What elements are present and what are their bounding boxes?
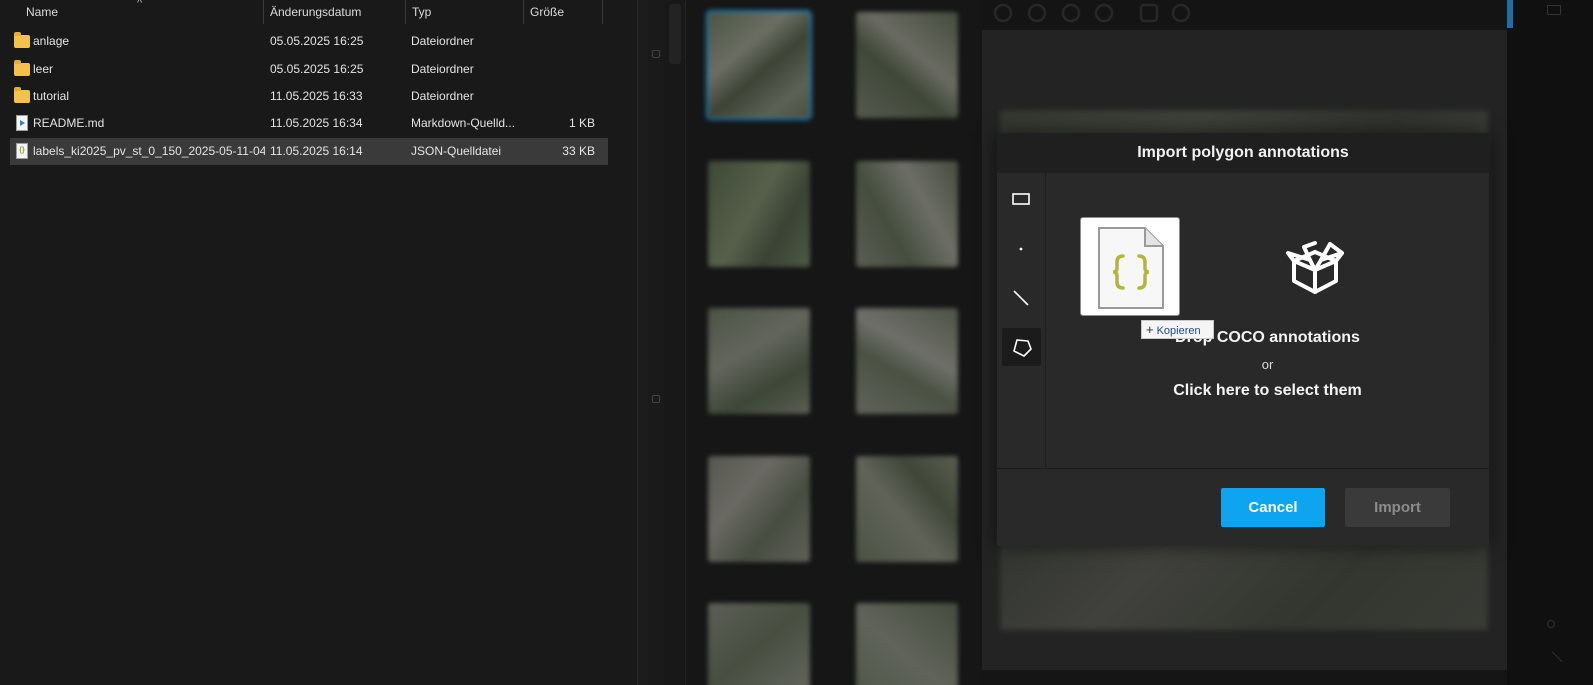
file-type: Dateiordner (411, 34, 474, 48)
file-row-leer[interactable]: leer 05.05.2025 16:25 Dateiordner (10, 56, 608, 83)
file-modified: 05.05.2025 16:25 (270, 34, 364, 48)
file-modified: 11.05.2025 16:34 (270, 116, 363, 130)
file-modified: 11.05.2025 16:14 (270, 144, 363, 158)
copy-tooltip-label: Kopieren (1156, 325, 1201, 337)
zoom-fit-icon[interactable] (1062, 4, 1080, 22)
panel-tool-icon[interactable] (1547, 620, 1555, 628)
line-tool-icon (1013, 290, 1029, 306)
app-window-edge (648, 0, 664, 685)
line-tool-button[interactable] (1002, 279, 1041, 317)
sort-ascending-icon: ^ (137, 0, 143, 9)
file-row-tutorial[interactable]: tutorial 11.05.2025 16:33 Dateiordner (10, 83, 608, 110)
gallery-thumbnail[interactable] (708, 308, 810, 414)
zoom-out-icon[interactable] (1028, 4, 1046, 22)
gallery-thumbnail[interactable] (706, 10, 812, 120)
polygon-tool-button[interactable] (1002, 328, 1041, 366)
copy-drag-tooltip: + Kopieren (1141, 320, 1214, 339)
file-modified: 11.05.2025 16:33 (270, 89, 363, 103)
file-name: labels_ki2025_pv_st_0_150_2025-05-11-04.… (33, 144, 265, 158)
file-name: anlage (33, 34, 70, 48)
file-name: README.md (33, 116, 105, 130)
select-files-link[interactable]: Click here to select them (1046, 382, 1489, 400)
modal-footer-divider (997, 468, 1489, 469)
panel-tool-icon[interactable] (1545, 651, 1563, 669)
gallery-thumbnail[interactable] (708, 161, 810, 267)
column-header-modified[interactable]: Änderungsdatum (264, 0, 405, 26)
open-box-icon (1286, 241, 1344, 294)
column-header-type[interactable]: Typ (406, 0, 523, 26)
plus-icon: + (1146, 322, 1154, 337)
file-type: Dateiordner (411, 89, 474, 103)
json-file-icon (16, 143, 28, 159)
annotation-type-selector (997, 173, 1046, 468)
sidebar-tab[interactable] (669, 4, 681, 64)
explorer-scrollbar[interactable] (637, 0, 648, 685)
gallery-thumbnail[interactable] (856, 603, 958, 685)
cancel-button[interactable]: Cancel (1221, 488, 1325, 527)
import-button[interactable]: Import (1345, 488, 1450, 527)
file-row-labels-json[interactable]: labels_ki2025_pv_st_0_150_2025-05-11-04.… (10, 138, 608, 165)
gallery-thumbnail[interactable] (708, 456, 810, 562)
file-row-readme[interactable]: README.md 11.05.2025 16:34 Markdown-Quel… (10, 110, 608, 137)
folder-icon (14, 60, 30, 76)
window-control-icon (652, 50, 660, 58)
gallery-thumbnail[interactable] (856, 456, 958, 562)
dragged-file-preview (1080, 217, 1180, 316)
gallery-thumbnail[interactable] (856, 12, 958, 118)
import-polygon-modal: Import polygon annotations Drop COCO ann… (997, 133, 1489, 546)
image-gallery[interactable] (686, 0, 982, 685)
zoom-in-icon[interactable] (994, 4, 1012, 22)
rectangle-tool-button[interactable] (1002, 180, 1041, 218)
file-explorer: Name ^ Änderungsdatum Typ Größe anlage 0… (0, 0, 648, 685)
column-divider[interactable] (602, 0, 603, 24)
window-control-icon (652, 395, 660, 403)
markdown-file-icon (16, 115, 28, 131)
modal-title: Import polygon annotations (997, 133, 1489, 173)
folder-icon (14, 32, 30, 48)
polygon-tool-icon (1013, 339, 1032, 357)
file-size: 33 KB (562, 144, 595, 158)
or-separator: or (1261, 357, 1274, 372)
drop-instruction: Drop COCO annotations (1175, 329, 1360, 346)
scrollbar-thumb[interactable] (1507, 0, 1513, 28)
file-type: Dateiordner (411, 62, 474, 76)
pan-hand-icon[interactable] (1140, 4, 1158, 22)
file-row-anlage[interactable]: anlage 05.05.2025 16:25 Dateiordner (10, 28, 608, 55)
point-tool-icon (1019, 247, 1023, 251)
file-modified: 05.05.2025 16:25 (270, 62, 364, 76)
point-tool-button[interactable] (1002, 230, 1041, 268)
right-panel (1507, 0, 1593, 685)
file-type: JSON-Quelldatei (411, 144, 502, 158)
file-size: 1 KB (568, 116, 595, 130)
panel-toggle-icon[interactable] (1547, 5, 1561, 15)
folder-icon (14, 87, 30, 103)
file-name: leer (33, 62, 54, 76)
zoom-reset-icon[interactable] (1095, 4, 1113, 22)
column-header-size[interactable]: Größe (524, 0, 602, 26)
file-name: tutorial (33, 89, 70, 103)
sidebar-rail[interactable] (664, 0, 686, 685)
gallery-thumbnail[interactable] (856, 308, 958, 414)
crosshair-icon[interactable] (1172, 4, 1190, 22)
json-file-icon (1098, 227, 1164, 309)
gallery-thumbnail[interactable] (708, 603, 810, 685)
rectangle-tool-icon (1012, 193, 1030, 205)
file-type: Markdown-Quelld... (411, 116, 516, 130)
gallery-thumbnail[interactable] (856, 161, 958, 267)
canvas-toolbar (982, 0, 1507, 28)
